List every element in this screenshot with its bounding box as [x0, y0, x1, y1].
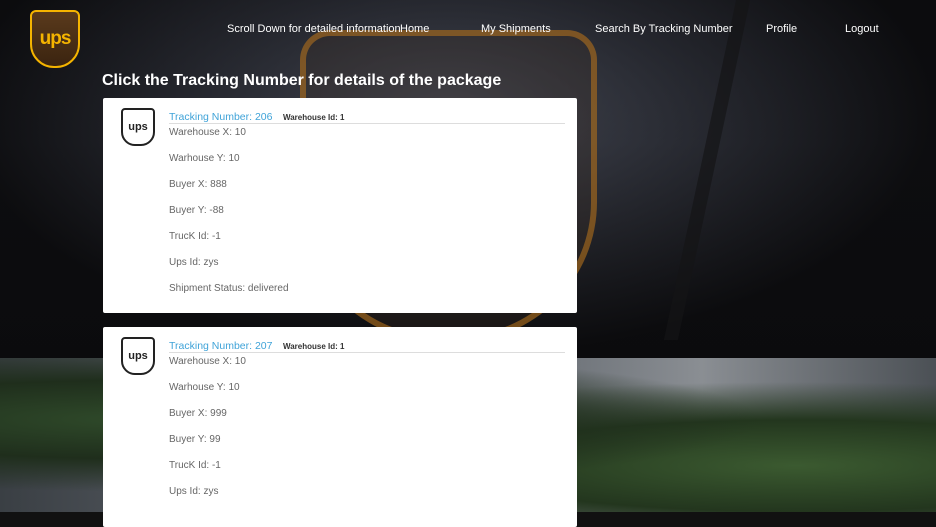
tracking-number-link[interactable]: Tracking Number: 206: [169, 111, 273, 123]
warehouse-id: Warehouse Id: 1: [282, 342, 345, 351]
field-buyer-y: Buyer Y: -88: [169, 205, 224, 216]
field-buyer-x: Buyer X: 888: [169, 179, 227, 190]
page-title: Click the Tracking Number for details of…: [102, 72, 502, 89]
field-ups-id: Ups Id: zys: [169, 257, 219, 268]
shipment-card: ups Tracking Number: 206 Warehouse Id: 1…: [103, 98, 577, 313]
card-header: Tracking Number: 206 Warehouse Id: 1: [169, 107, 565, 124]
shipment-card: ups Tracking Number: 207 Warehouse Id: 1…: [103, 327, 577, 527]
ups-logo[interactable]: ups: [30, 10, 80, 68]
field-buyer-x: Buyer X: 999: [169, 408, 227, 419]
nav-my-shipments[interactable]: My Shipments: [481, 23, 551, 35]
nav-search-tracking[interactable]: Search By Tracking Number: [595, 23, 733, 35]
field-truck-id: TrucK Id: -1: [169, 460, 221, 471]
nav-profile[interactable]: Profile: [766, 23, 797, 35]
nav-logout[interactable]: Logout: [845, 23, 879, 35]
field-shipment-status: Shipment Status: delivered: [169, 283, 289, 294]
logo-text: ups: [39, 28, 72, 49]
ups-card-logo: ups: [121, 108, 155, 146]
nav-home[interactable]: Home: [400, 23, 429, 35]
warehouse-id: Warehouse Id: 1: [282, 113, 345, 122]
field-truck-id: TrucK Id: -1: [169, 231, 221, 242]
ups-card-logo: ups: [121, 337, 155, 375]
field-ups-id: Ups Id: zys: [169, 486, 219, 497]
field-warehouse-y: Warhouse Y: 10: [169, 153, 240, 164]
field-warehouse-y: Warhouse Y: 10: [169, 382, 240, 393]
field-buyer-y: Buyer Y: 99: [169, 434, 221, 445]
tracking-number-link[interactable]: Tracking Number: 207: [169, 340, 273, 352]
card-header: Tracking Number: 207 Warehouse Id: 1: [169, 336, 565, 353]
field-warehouse-x: Warehouse X: 10: [169, 356, 246, 367]
nav-scroll-down[interactable]: Scroll Down for detailed information: [227, 23, 401, 35]
field-warehouse-x: Warehouse X: 10: [169, 127, 246, 138]
